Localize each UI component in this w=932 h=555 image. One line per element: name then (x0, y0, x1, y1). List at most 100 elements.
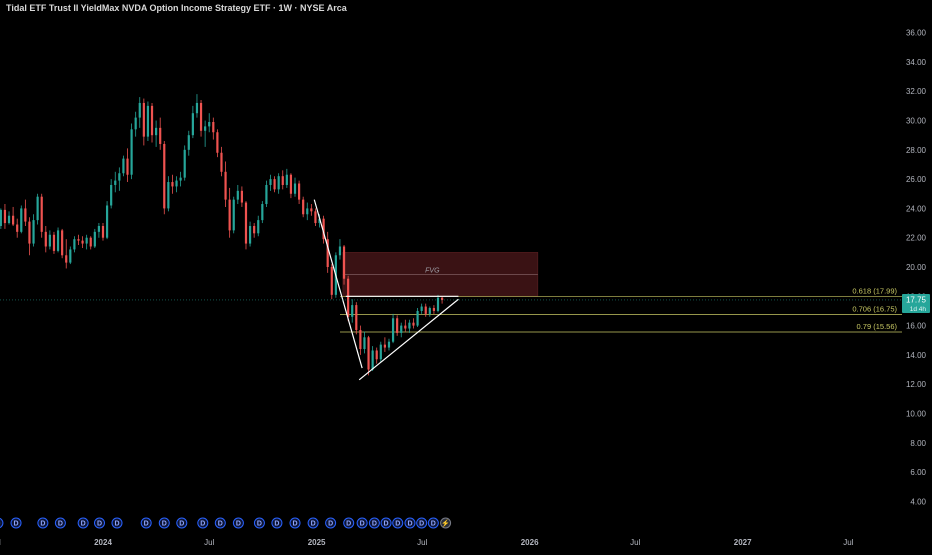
candle (8, 211, 10, 224)
candle (57, 227, 59, 252)
candle-body (216, 132, 218, 153)
candle (253, 223, 255, 238)
candle-body (212, 122, 214, 132)
candle-body (114, 181, 116, 185)
candle-body (241, 191, 243, 203)
candle (384, 337, 386, 352)
candle (130, 123, 132, 179)
dividend-marker: D (369, 518, 379, 528)
candle-body (245, 203, 247, 244)
candle-body (171, 182, 173, 186)
candle-body (302, 200, 304, 215)
candle-body (229, 200, 231, 231)
price-tick: 16.00 (906, 322, 927, 331)
candle (421, 304, 423, 314)
candle (102, 223, 104, 241)
candle (135, 112, 137, 137)
candle-body (421, 307, 423, 311)
dividend-marker: D (381, 518, 391, 528)
candle-body (290, 175, 292, 194)
candle (310, 204, 312, 216)
candle (167, 176, 169, 211)
candle-body (404, 326, 406, 329)
fib-label: 0.618 (17.99) (852, 286, 897, 295)
candle (106, 201, 108, 239)
dividend-marker: D (38, 518, 48, 528)
candle-body (355, 305, 357, 330)
fvg-zone[interactable]: FVG (343, 252, 538, 296)
price-tag-countdown: 1d 4h (910, 306, 927, 313)
candle (28, 217, 30, 255)
candle (261, 201, 263, 223)
time-tick: 2026 (521, 538, 539, 547)
candle (200, 100, 202, 137)
dividend-letter: D (97, 521, 102, 528)
candle (41, 194, 43, 238)
candle-body (257, 220, 259, 233)
dividend-markers[interactable]: DDDDDDDDDDDDDDDDDDDDDDDDDDD⚡ (0, 518, 451, 528)
time-tick: 2027 (734, 538, 752, 547)
dividend-marker: D (141, 518, 151, 528)
candle-body (220, 153, 222, 172)
candle (188, 131, 190, 156)
candle (81, 236, 83, 248)
dividend-letter: D (328, 521, 333, 528)
candle (388, 339, 390, 351)
candle-body (86, 238, 88, 244)
candle (229, 188, 231, 238)
candle-body (122, 159, 124, 174)
dividend-letter: D (346, 521, 351, 528)
candle-body (155, 128, 157, 135)
candle (265, 181, 267, 207)
candle (412, 318, 414, 328)
candle (233, 197, 235, 234)
candle (437, 295, 439, 313)
time-tick: 2025 (308, 538, 326, 547)
time-tick: Jul (630, 538, 640, 547)
candle-body (188, 135, 190, 150)
candle-body (433, 308, 435, 311)
candle-body (339, 246, 341, 255)
candle-body (269, 179, 271, 185)
candle-body (400, 326, 402, 333)
dividend-marker: D (94, 518, 104, 528)
candle (98, 223, 100, 238)
dividend-marker: D (290, 518, 300, 528)
candle-body (180, 178, 182, 181)
candle-body (94, 232, 96, 247)
candle (396, 315, 398, 336)
dividend-letter: D (395, 521, 400, 528)
price-axis[interactable]: 36.0034.0032.0030.0028.0026.0024.0022.00… (906, 29, 927, 507)
dividend-letter: D (40, 521, 45, 528)
candle (126, 148, 128, 182)
time-axis[interactable]: Jul2024Jul2025Jul2026Jul2027Jul (0, 538, 854, 547)
candle (53, 232, 55, 254)
candle-body (412, 323, 414, 326)
candle (216, 129, 218, 157)
candle (220, 147, 222, 176)
candle-body (388, 342, 390, 348)
candle-body (384, 345, 386, 348)
candle-body (110, 185, 112, 206)
candle (237, 185, 239, 204)
candle (372, 346, 374, 371)
dividend-letter: D (274, 521, 279, 528)
candle-body (77, 239, 79, 240)
dividend-marker: D (215, 518, 225, 528)
candle-body (49, 235, 51, 247)
dividend-letter: D (384, 521, 389, 528)
dividend-marker: D (344, 518, 354, 528)
candle-body (408, 323, 410, 329)
candle (257, 216, 259, 237)
dividend-letter: ⚡ (441, 519, 450, 528)
dividend-marker: D (159, 518, 169, 528)
time-tick: Jul (417, 538, 427, 547)
dividend-letter: D (218, 521, 223, 528)
candle (16, 219, 18, 238)
candle-body (359, 330, 361, 349)
chart[interactable]: FVG 0.618 (17.99)0.706 (16.75)0.79 (15.5… (0, 0, 932, 550)
candle-body (139, 103, 141, 118)
candle (4, 204, 6, 229)
chart-canvas[interactable]: FVG 0.618 (17.99)0.706 (16.75)0.79 (15.5… (0, 0, 932, 550)
candle-body (367, 337, 369, 369)
